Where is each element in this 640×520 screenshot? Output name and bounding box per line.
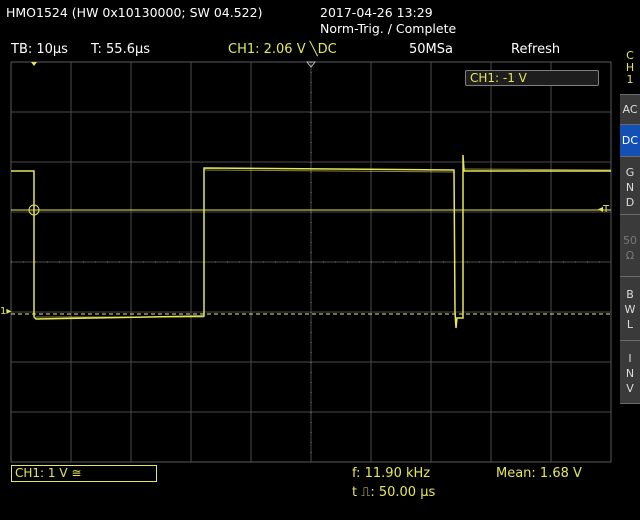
coupling-ac-button[interactable]: AC bbox=[620, 94, 640, 124]
invert-button[interactable]: INV bbox=[620, 340, 640, 404]
channel-info-box[interactable]: CH1: 1 V ≅ bbox=[11, 465, 157, 482]
coupling-gnd-button[interactable]: GND bbox=[620, 156, 640, 214]
side-menu-channel[interactable]: CH1 bbox=[620, 46, 640, 94]
pulse-width-measurement: t ⎍: 50.00 µs bbox=[352, 485, 436, 500]
mean-measurement: Mean: 1.68 V bbox=[496, 466, 582, 481]
impedance-50-ohm-button[interactable]: 50 Ω bbox=[620, 214, 640, 276]
frequency-measurement: f: 11.90 kHz bbox=[352, 466, 431, 481]
bandwidth-limit-button[interactable]: BWL bbox=[620, 276, 640, 340]
coupling-dc-button[interactable]: DC bbox=[620, 124, 640, 156]
channel-ground-marker: 1▸ bbox=[0, 306, 12, 317]
channel-scale-overlay[interactable]: CH1: -1 V bbox=[465, 70, 599, 86]
trigger-level-marker: ◂T bbox=[598, 204, 610, 215]
